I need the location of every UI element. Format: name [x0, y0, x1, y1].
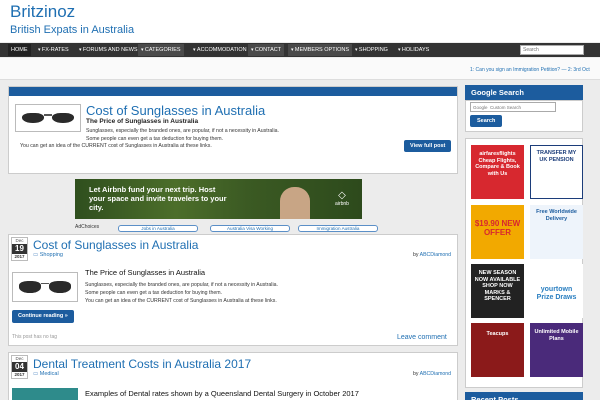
- site-header: Britzinoz British Expats in Australia: [0, 0, 600, 42]
- ad-free-delivery[interactable]: Free Worldwide Delivery: [530, 205, 583, 259]
- author-link[interactable]: ABCDiamond: [420, 252, 451, 258]
- ad-airfares[interactable]: airfaresflights Cheap Flights, Compare &…: [471, 145, 524, 199]
- ad-link-immigration[interactable]: Immigration Australia: [298, 225, 378, 232]
- nav-shopping[interactable]: SHOPPING: [352, 44, 391, 56]
- site-title[interactable]: Britzinoz: [10, 2, 75, 22]
- author-link[interactable]: ABCDiamond: [420, 371, 451, 377]
- leave-comment-link[interactable]: Leave comment: [397, 334, 447, 341]
- post-title[interactable]: Dental Treatment Costs in Australia 2017: [33, 357, 251, 371]
- post-subtitle: Examples of Dental rates shown by a Quee…: [85, 389, 359, 398]
- ad-headline: Let Airbnb fund your next trip. Host you…: [89, 185, 227, 212]
- ad-uk-pension[interactable]: TRANSFER MY UK PENSION: [530, 145, 583, 199]
- featured-text-line3: You can get an idea of the CURRENT cost …: [20, 143, 212, 149]
- nav-holidays[interactable]: HOLIDAYS: [395, 44, 432, 56]
- page: { "header": {"site_title": "Britzinoz", …: [0, 0, 600, 400]
- sunglasses-image: [19, 280, 71, 294]
- sunglasses-image: [22, 112, 74, 125]
- post-title[interactable]: Cost of Sunglasses in Australia: [33, 238, 198, 252]
- post-excerpt: Sunglasses, especially the branded ones,…: [85, 281, 325, 297]
- sunglasses-thumbnail[interactable]: [12, 272, 78, 302]
- google-search-button[interactable]: Search: [470, 115, 503, 127]
- post-category[interactable]: Medical: [33, 371, 59, 377]
- dental-thumbnail[interactable]: [12, 388, 78, 400]
- nav-fx-rates[interactable]: FX-RATES: [35, 44, 72, 56]
- post-author: by ABCDiamond: [413, 252, 452, 258]
- adchoices-label[interactable]: AdChoices: [75, 224, 99, 230]
- featured-text-line1: Sunglasses, especially the branded ones,…: [86, 128, 279, 134]
- airbnb-ad[interactable]: Let Airbnb fund your next trip. Host you…: [75, 179, 362, 219]
- ad-mobile-plans[interactable]: Unlimited Mobile Plans: [530, 323, 583, 377]
- post-text-line1: Sunglasses, especially the branded ones,…: [85, 282, 278, 288]
- featured-subtitle: The Price of Sunglasses in Australia: [86, 118, 199, 125]
- post-date: Dec 04 2017: [11, 355, 28, 379]
- post-subtitle: The Price of Sunglasses in Australia: [85, 268, 206, 277]
- post-text-line2: Some people can even get a tax deduction…: [85, 290, 222, 296]
- ad-yourtown[interactable]: yourtown Prize Draws: [530, 264, 583, 318]
- featured-title[interactable]: Cost of Sunglasses in Australia: [86, 103, 265, 118]
- ad-person-image: [280, 187, 310, 219]
- post-tags: This post has no tag: [12, 334, 58, 340]
- featured-text: Sunglasses, especially the branded ones,…: [86, 127, 326, 143]
- sunglasses-thumbnail[interactable]: [15, 104, 81, 132]
- post-author: by ABCDiamond: [413, 371, 452, 377]
- ad-link-jobs[interactable]: Jobs in Australia: [118, 225, 198, 232]
- google-custom-search-input[interactable]: [470, 102, 556, 112]
- recent-posts-title: Recent Posts: [465, 392, 583, 400]
- nav-categories[interactable]: CATEGORIES: [138, 44, 184, 56]
- site-description: British Expats in Australia: [10, 24, 135, 36]
- nav-forums-news[interactable]: FORUMS AND NEWS: [76, 44, 141, 56]
- main-nav: HOME FX-RATES FORUMS AND NEWS CATEGORIES…: [0, 43, 600, 57]
- ad-link-visa[interactable]: Australia Visa Working: [210, 225, 290, 232]
- nav-contact[interactable]: CONTACT: [248, 44, 285, 56]
- post-date: Dec 19 2017: [11, 237, 28, 261]
- view-full-post-button[interactable]: View full post: [404, 140, 452, 152]
- ad-teacups[interactable]: Teacups: [471, 323, 524, 377]
- google-search-widget-title: Google Search: [465, 85, 583, 100]
- nav-members-options[interactable]: MEMBERS OPTIONS: [288, 44, 352, 56]
- post-category[interactable]: Shopping: [33, 252, 63, 258]
- featured-strip: [9, 87, 457, 96]
- post-text-line3: You can get an idea of the CURRENT cost …: [85, 298, 277, 304]
- ad-marks-spencer[interactable]: NEW SEASON NOW AVAILABLE SHOP NOW MARKS …: [471, 264, 524, 318]
- nav-accommodation[interactable]: ACCOMMODATION: [190, 44, 250, 56]
- ad-new-offer[interactable]: $19.90 NEW OFFER: [471, 205, 524, 259]
- nav-home[interactable]: HOME: [8, 44, 31, 56]
- airbnb-logo: ◇ airbnb: [335, 190, 349, 208]
- continue-reading-button[interactable]: Continue reading »: [12, 310, 74, 323]
- site-search-input[interactable]: [520, 45, 584, 55]
- featured-text-line2: Some people can even get a tax deduction…: [86, 136, 223, 142]
- news-ticker[interactable]: 1: Can you sign an Immigration Petition?…: [470, 67, 590, 73]
